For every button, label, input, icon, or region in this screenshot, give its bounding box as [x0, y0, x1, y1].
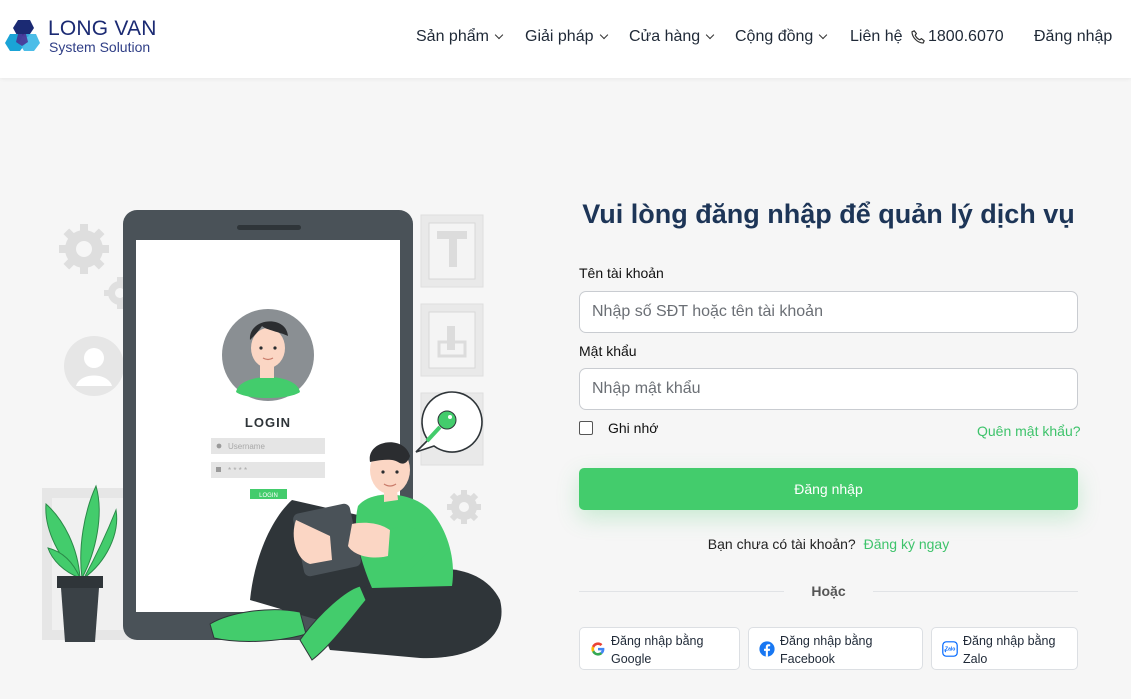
screen-avatar	[222, 309, 314, 401]
nav-contact[interactable]: Liên hệ	[850, 28, 903, 46]
nav-products-label: Sản phẩm	[416, 28, 489, 45]
user-icon	[216, 443, 222, 449]
lock-icon	[216, 467, 221, 472]
signup-link[interactable]: Đăng ký ngay	[864, 536, 950, 552]
zalo-login-line1: Đăng nhập bằng	[963, 634, 1056, 648]
nav-products[interactable]: Sản phẩm	[416, 28, 504, 46]
login-illustration: LOGIN Username * * * * LOGIN	[42, 210, 502, 661]
facebook-icon	[759, 641, 775, 657]
signup-row: Bạn chưa có tài khoản? Đăng ký ngay	[579, 536, 1078, 552]
nav-community[interactable]: Cộng đồng	[735, 28, 828, 46]
screen-login-title: LOGIN	[245, 415, 291, 430]
nav-phone[interactable]: 1800.6070	[910, 28, 1004, 46]
or-divider: Hoặc	[579, 581, 1078, 601]
chevron-down-icon	[705, 30, 715, 40]
facebook-login-button[interactable]: Đăng nhập bằng Facebook	[748, 627, 923, 670]
screen-username-placeholder: Username	[228, 442, 265, 451]
header: LONG VAN System Solution Sản phẩm Giải p…	[0, 0, 1131, 78]
google-login-line1: Đăng nhập bằng	[611, 634, 704, 648]
nav-store-label: Cửa hàng	[629, 28, 701, 45]
screen-login-button-label: LOGIN	[259, 493, 278, 499]
nav-login-label: Đăng nhập	[1034, 28, 1113, 45]
nav-phone-label: 1800.6070	[928, 28, 1004, 45]
avatar-icon	[64, 336, 124, 396]
username-label: Tên tài khoản	[579, 265, 664, 281]
google-login-text: Đăng nhập bằng Google	[611, 632, 703, 668]
nav-solutions-label: Giải pháp	[525, 28, 594, 45]
zalo-login-text: Đăng nhập bằng Zalo	[963, 632, 1055, 668]
google-login-line2: Google	[611, 652, 652, 666]
login-submit-button[interactable]: Đăng nhập	[579, 468, 1078, 510]
svg-text:Zalo: Zalo	[945, 647, 955, 653]
nav-store[interactable]: Cửa hàng	[629, 28, 715, 46]
chevron-down-icon	[819, 30, 828, 40]
gear-icon	[447, 490, 481, 524]
chevron-down-icon	[599, 30, 608, 40]
login-heading: Vui lòng đăng nhập để quản lý dịch vụ	[582, 199, 1075, 229]
remember-me[interactable]: Ghi nhớ	[579, 420, 658, 436]
facebook-login-line1: Đăng nhập bằng	[780, 634, 873, 648]
nav-contact-label: Liên hệ	[850, 28, 903, 45]
facebook-login-text: Đăng nhập bằng Facebook	[780, 632, 872, 668]
remember-checkbox[interactable]	[579, 421, 593, 435]
chevron-down-icon	[494, 30, 504, 40]
remember-label: Ghi nhớ	[608, 420, 659, 436]
gear-icon	[59, 224, 109, 274]
nav-solutions[interactable]: Giải pháp	[525, 28, 608, 46]
forgot-password-link[interactable]: Quên mật khẩu?	[977, 423, 1081, 439]
screen-password-mask: * * * *	[228, 466, 247, 475]
zalo-login-line2: Zalo	[963, 652, 988, 666]
google-login-button[interactable]: Đăng nhập bằng Google	[579, 627, 740, 670]
zalo-login-button[interactable]: Zalo Đăng nhập bằng Zalo	[931, 627, 1078, 670]
nav-community-label: Cộng đồng	[735, 28, 814, 45]
divider-line-right	[873, 591, 1078, 592]
main-nav: Sản phẩm Giải pháp Cửa hàng Cộng đồng Li…	[0, 28, 1131, 48]
facebook-login-line2: Facebook	[780, 652, 835, 666]
phone-icon	[911, 30, 925, 44]
google-icon	[591, 642, 605, 656]
username-input[interactable]	[579, 291, 1078, 333]
zalo-icon: Zalo	[942, 641, 958, 657]
nav-login[interactable]: Đăng nhập	[1034, 28, 1112, 46]
password-input[interactable]	[579, 368, 1078, 410]
no-account-text: Bạn chưa có tài khoản?	[707, 536, 856, 552]
password-label: Mật khẩu	[579, 343, 637, 359]
